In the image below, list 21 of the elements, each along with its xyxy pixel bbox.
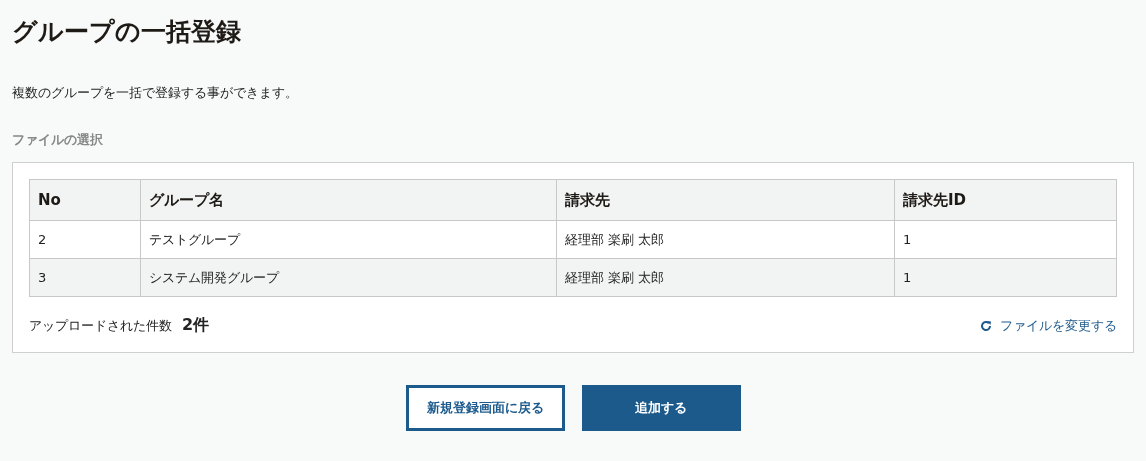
back-button[interactable]: 新規登録画面に戻る	[405, 385, 565, 431]
section-label: ファイルの選択	[12, 131, 104, 149]
table-cell: 経理部 楽刷 太郎	[556, 220, 895, 259]
upload-count-label: アップロードされた件数	[29, 317, 172, 335]
add-button[interactable]: 追加する	[581, 385, 741, 431]
table-cell: 1	[894, 258, 1117, 297]
table-cell: テストグループ	[140, 220, 557, 259]
table-cell: 2	[29, 220, 141, 259]
description: 複数のグループを一括で登録する事ができます。	[12, 84, 299, 102]
column-header: No	[29, 179, 141, 221]
refresh-icon	[980, 319, 992, 332]
table-cell: 経理部 楽刷 太郎	[556, 258, 895, 297]
change-file-link[interactable]: ファイルを変更する	[980, 316, 1117, 335]
page-title: グループの一括登録	[12, 16, 242, 48]
table-cell: 1	[894, 220, 1117, 259]
column-header: 請求先ID	[894, 179, 1117, 221]
column-header: グループ名	[140, 179, 557, 221]
table-cell: 3	[29, 258, 141, 297]
upload-count: 2件	[182, 315, 210, 336]
column-header: 請求先	[556, 179, 895, 221]
table-cell: システム開発グループ	[140, 258, 557, 297]
